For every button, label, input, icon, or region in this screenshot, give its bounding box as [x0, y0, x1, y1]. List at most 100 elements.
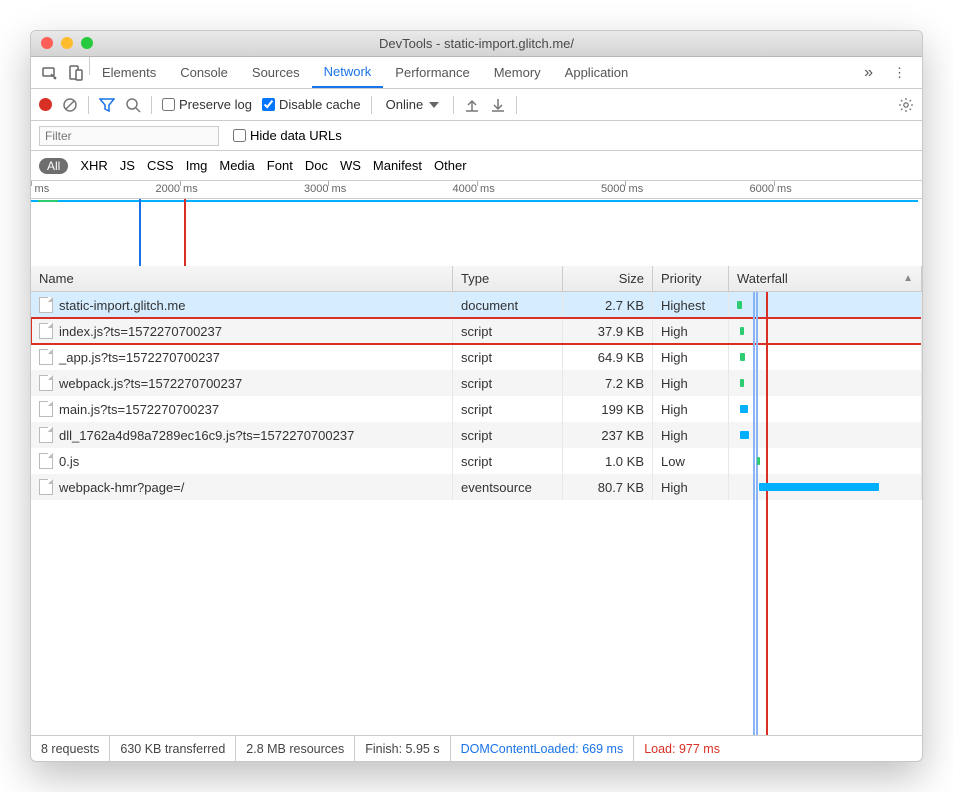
request-size: 1.0 KB	[563, 448, 653, 474]
tab-performance[interactable]: Performance	[383, 57, 481, 88]
request-size: 64.9 KB	[563, 344, 653, 370]
window-title: DevTools - static-import.glitch.me/	[379, 36, 574, 51]
table-row[interactable]: dll_1762a4d98a7289ec16c9.js?ts=157227070…	[31, 422, 922, 448]
table-row[interactable]: main.js?ts=1572270700237script199 KBHigh	[31, 396, 922, 422]
tab-application[interactable]: Application	[553, 57, 641, 88]
settings-menu-button[interactable]: ⋮	[883, 57, 916, 88]
separator	[151, 96, 152, 114]
type-filter-css[interactable]: CSS	[147, 158, 174, 173]
table-row[interactable]: 0.jsscript1.0 KBLow	[31, 448, 922, 474]
chevron-down-icon	[429, 102, 439, 108]
request-priority: High	[653, 474, 729, 500]
search-icon[interactable]	[125, 97, 141, 113]
table-row[interactable]: _app.js?ts=1572270700237script64.9 KBHig…	[31, 344, 922, 370]
filter-icon[interactable]	[99, 97, 115, 113]
titlebar: DevTools - static-import.glitch.me/	[31, 31, 922, 57]
export-har-icon[interactable]	[490, 97, 506, 113]
request-type: script	[453, 422, 563, 448]
request-name: static-import.glitch.me	[59, 298, 185, 313]
type-filter-other[interactable]: Other	[434, 158, 467, 173]
tab-sources[interactable]: Sources	[240, 57, 312, 88]
col-waterfall[interactable]: Waterfall▲	[729, 266, 922, 291]
request-name: main.js?ts=1572270700237	[59, 402, 219, 417]
overview-timeline[interactable]: 1000 ms2000 ms3000 ms4000 ms5000 ms6000 …	[31, 181, 922, 266]
request-type: script	[453, 370, 563, 396]
type-filter-js[interactable]: JS	[120, 158, 135, 173]
disable-cache-checkbox[interactable]: Disable cache	[262, 97, 361, 112]
tab-network[interactable]: Network	[312, 57, 384, 88]
tab-console[interactable]: Console	[168, 57, 240, 88]
request-size: 237 KB	[563, 422, 653, 448]
timeline-tick: 2000 ms	[156, 183, 198, 195]
hide-data-urls-label: Hide data URLs	[250, 128, 342, 143]
request-type: script	[453, 448, 563, 474]
timeline-tick: 6000 ms	[750, 183, 792, 195]
disable-cache-label: Disable cache	[279, 97, 361, 112]
status-finish: Finish: 5.95 s	[355, 736, 450, 761]
request-waterfall	[729, 448, 922, 474]
preserve-log-checkbox[interactable]: Preserve log	[162, 97, 252, 112]
table-row[interactable]: index.js?ts=1572270700237script37.9 KBHi…	[31, 318, 922, 344]
request-priority: High	[653, 318, 729, 344]
request-name: _app.js?ts=1572270700237	[59, 350, 220, 365]
request-type: script	[453, 318, 563, 344]
col-priority[interactable]: Priority	[653, 266, 729, 291]
hide-data-urls-checkbox[interactable]: Hide data URLs	[233, 128, 342, 143]
filter-bar: Hide data URLs	[31, 121, 922, 151]
record-button[interactable]	[39, 98, 52, 111]
col-size[interactable]: Size	[563, 266, 653, 291]
network-toolbar: Preserve log Disable cache Online	[31, 89, 922, 121]
close-window-button[interactable]	[41, 37, 53, 49]
clear-icon[interactable]	[62, 97, 78, 113]
table-row[interactable]: webpack.js?ts=1572270700237script7.2 KBH…	[31, 370, 922, 396]
type-filter-img[interactable]: Img	[186, 158, 208, 173]
request-size: 2.7 KB	[563, 292, 653, 318]
throttling-select[interactable]: Online	[382, 97, 444, 112]
type-filter-media[interactable]: Media	[219, 158, 254, 173]
type-filter-xhr[interactable]: XHR	[80, 158, 107, 173]
devtools-window: DevTools - static-import.glitch.me/ Elem…	[30, 30, 923, 762]
file-icon	[39, 427, 53, 443]
request-waterfall	[729, 396, 922, 422]
resource-type-filter: All XHR JS CSS Img Media Font Doc WS Manifest Othe…	[31, 151, 922, 181]
request-priority: High	[653, 396, 729, 422]
network-settings-icon[interactable]	[898, 97, 914, 113]
table-row[interactable]: webpack-hmr?page=/eventsource80.7 KBHigh	[31, 474, 922, 500]
request-type: script	[453, 396, 563, 422]
filter-input[interactable]	[39, 126, 219, 146]
preserve-log-label: Preserve log	[179, 97, 252, 112]
inspect-element-icon[interactable]	[37, 57, 63, 88]
type-filter-font[interactable]: Font	[267, 158, 293, 173]
timeline-tick: 5000 ms	[601, 183, 643, 195]
request-waterfall	[729, 318, 922, 344]
col-type[interactable]: Type	[453, 266, 563, 291]
type-filter-all[interactable]: All	[39, 158, 68, 174]
device-toggle-icon[interactable]	[63, 57, 89, 88]
sort-asc-icon: ▲	[903, 273, 913, 284]
timeline-tick: 1000 ms	[30, 183, 49, 195]
request-name: 0.js	[59, 454, 79, 469]
file-icon	[39, 323, 53, 339]
table-row[interactable]: static-import.glitch.medocument2.7 KBHig…	[31, 292, 922, 318]
type-filter-ws[interactable]: WS	[340, 158, 361, 173]
more-tabs-button[interactable]: »	[854, 57, 883, 88]
file-icon	[39, 349, 53, 365]
separator	[453, 96, 454, 114]
request-waterfall	[729, 370, 922, 396]
tab-elements[interactable]: Elements	[90, 57, 168, 88]
request-name: webpack.js?ts=1572270700237	[59, 376, 242, 391]
request-waterfall	[729, 344, 922, 370]
zoom-window-button[interactable]	[81, 37, 93, 49]
table-header: Name Type Size Priority Waterfall▲	[31, 266, 922, 292]
tab-memory[interactable]: Memory	[482, 57, 553, 88]
import-har-icon[interactable]	[464, 97, 480, 113]
minimize-window-button[interactable]	[61, 37, 73, 49]
file-icon	[39, 297, 53, 313]
type-filter-manifest[interactable]: Manifest	[373, 158, 422, 173]
type-filter-doc[interactable]: Doc	[305, 158, 328, 173]
request-type: document	[453, 292, 563, 318]
request-table: Name Type Size Priority Waterfall▲ stati…	[31, 266, 922, 735]
throttling-value: Online	[386, 97, 424, 112]
col-name[interactable]: Name	[31, 266, 453, 291]
request-name: webpack-hmr?page=/	[59, 480, 184, 495]
